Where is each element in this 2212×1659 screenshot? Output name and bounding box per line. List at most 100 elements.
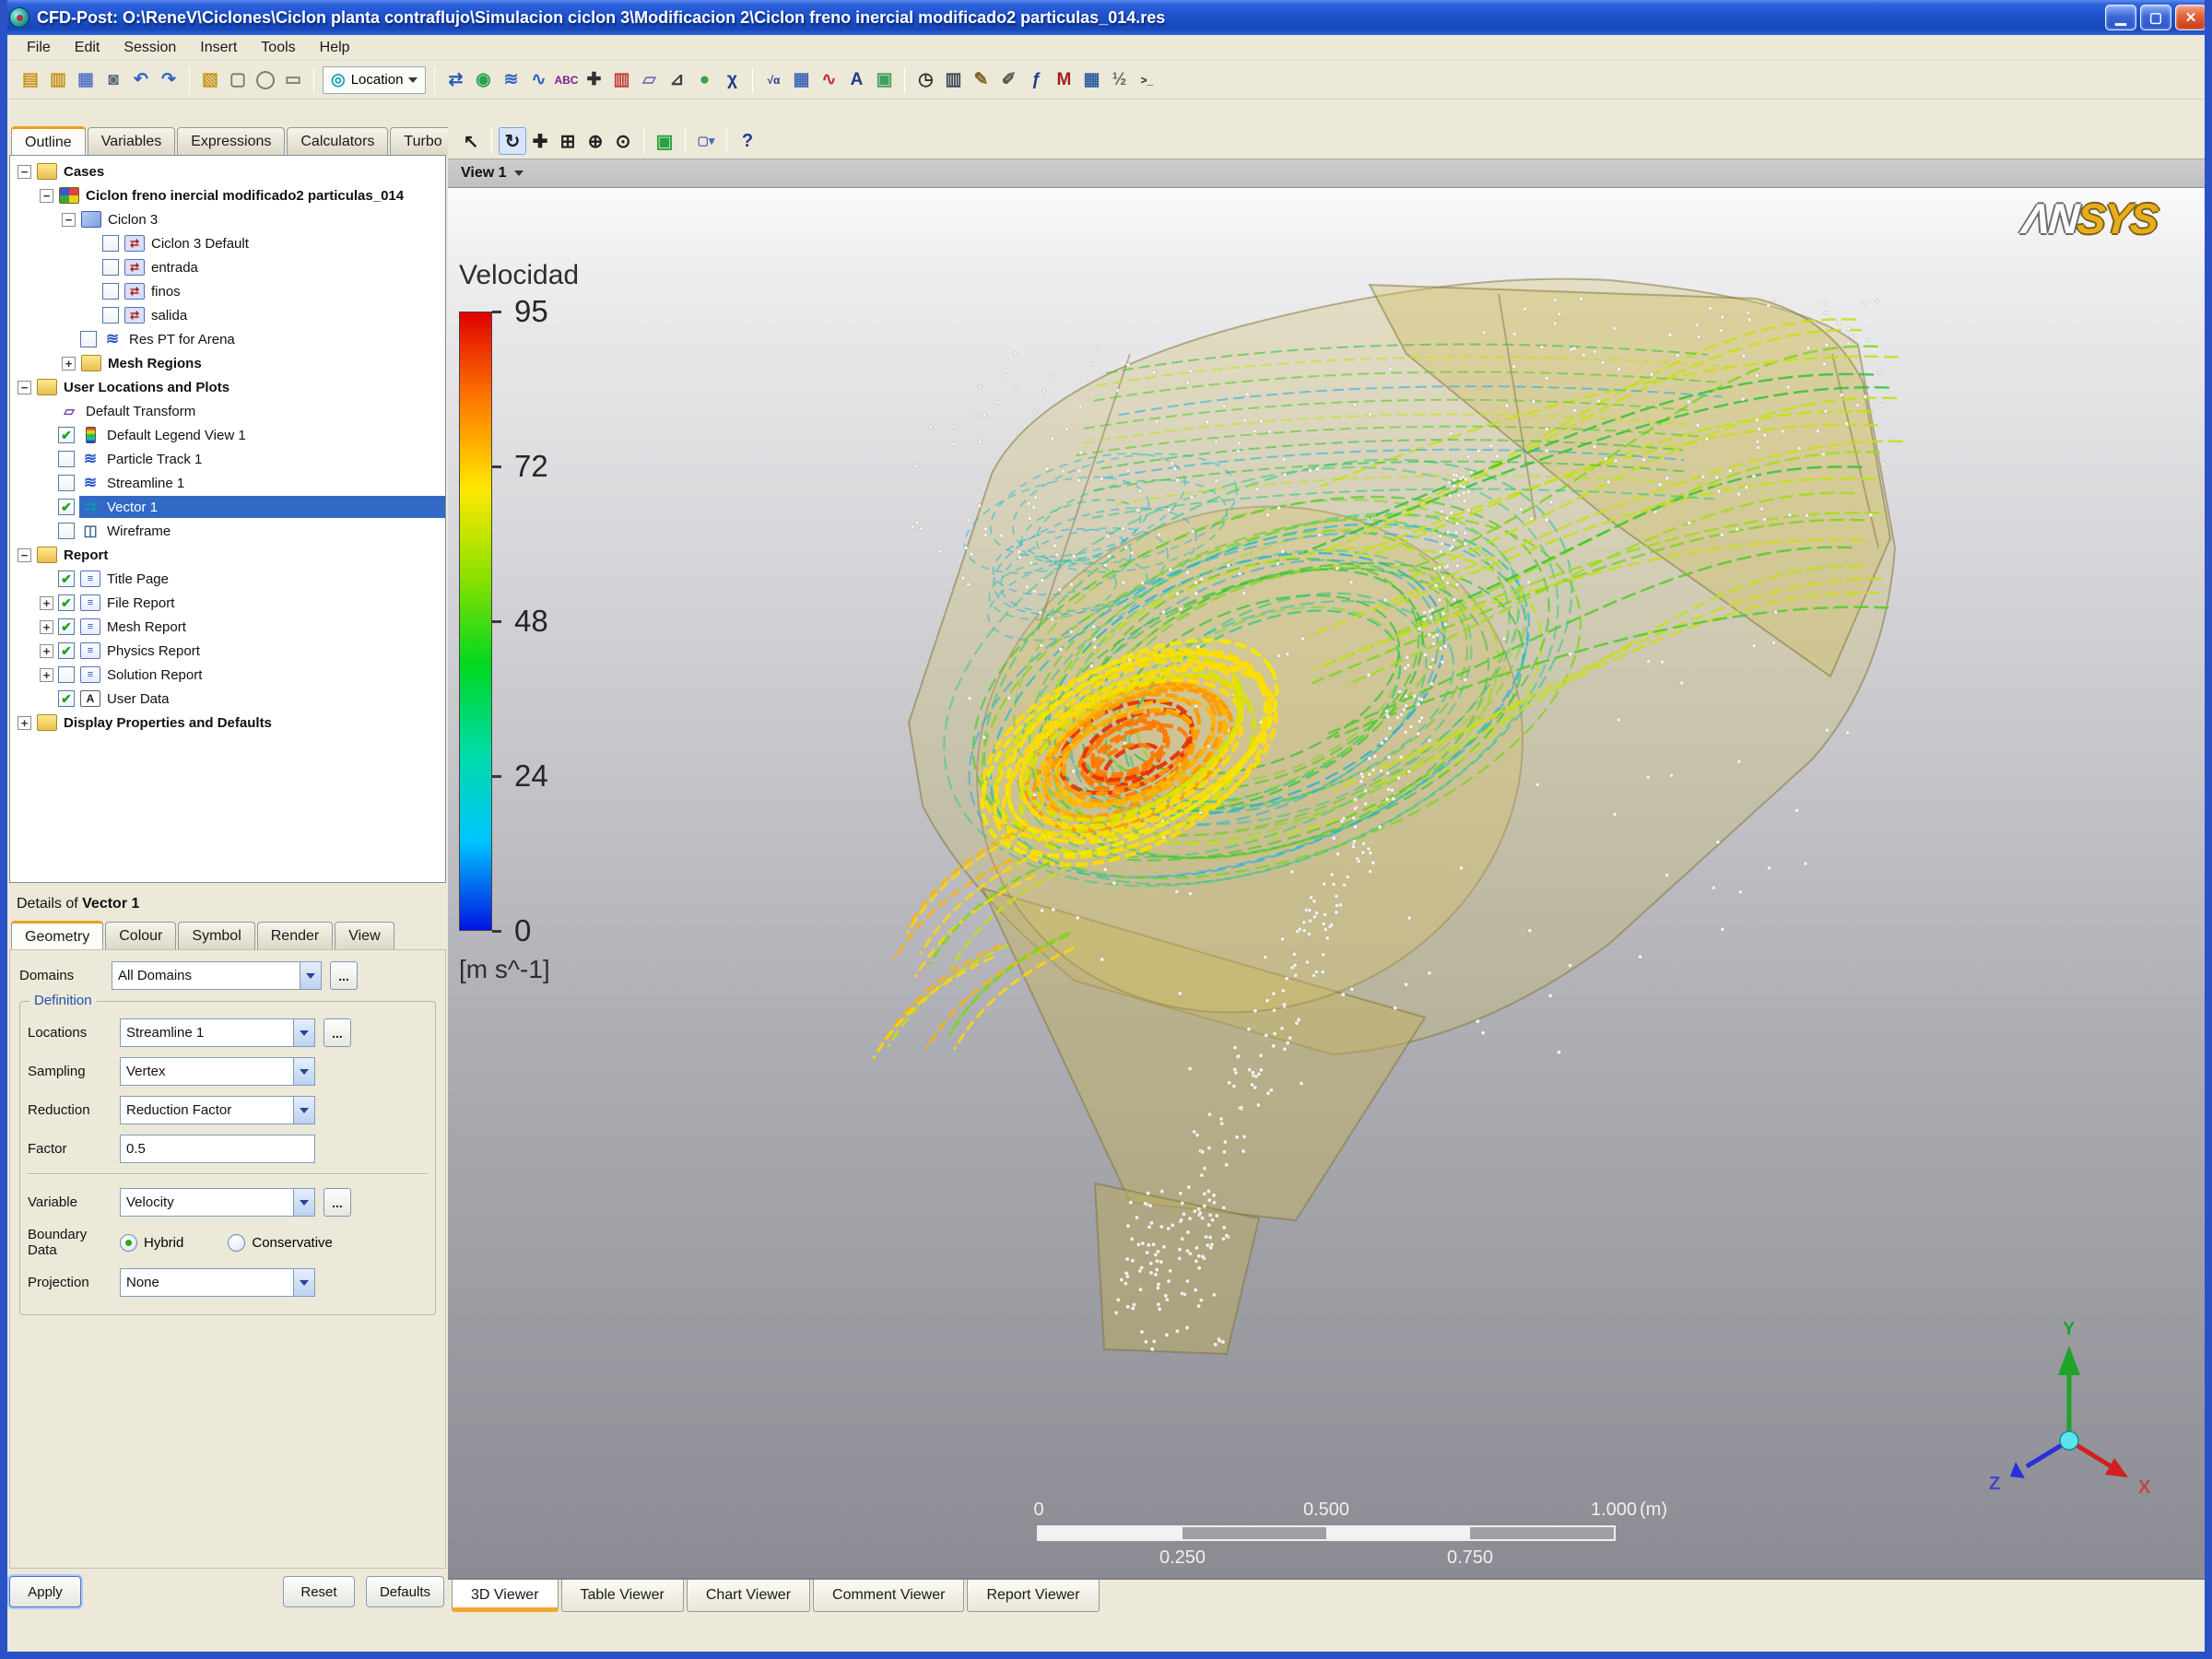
- visibility-checkbox[interactable]: [102, 283, 119, 300]
- tab-chart-viewer[interactable]: Chart Viewer: [687, 1580, 810, 1612]
- tree-item-ciclon-3-default[interactable]: ⇄Ciclon 3 Default: [10, 231, 445, 255]
- session-record-icon[interactable]: ◯: [252, 66, 279, 94]
- fit-view-tool[interactable]: ▣: [651, 127, 678, 155]
- view-selector[interactable]: View 1: [448, 159, 2205, 188]
- tree-item-finos[interactable]: ⇄finos: [10, 279, 445, 303]
- tree-item-default-transform[interactable]: ▱Default Transform: [10, 399, 445, 423]
- macro-calculator-icon[interactable]: M: [1050, 66, 1077, 94]
- command-editor-icon[interactable]: >_: [1133, 66, 1160, 94]
- visibility-checkbox[interactable]: ✔: [58, 427, 75, 443]
- animation-icon[interactable]: ▥: [939, 66, 967, 94]
- tree-item-user-locations-and-plots[interactable]: −User Locations and Plots: [10, 375, 445, 399]
- session-page-icon[interactable]: ▢: [224, 66, 252, 94]
- viewport-3d[interactable]: ΛNSYS Velocidad 957248240 [m s^-1] 00.50…: [448, 188, 2205, 1578]
- zoom-in-tool[interactable]: ⊕: [582, 127, 609, 155]
- chart-icon[interactable]: ∿: [815, 66, 842, 94]
- visibility-checkbox[interactable]: [58, 451, 75, 467]
- expand-icon[interactable]: +: [40, 620, 53, 634]
- details-tab-symbol[interactable]: Symbol: [178, 922, 254, 949]
- visibility-checkbox[interactable]: ✔: [58, 690, 75, 707]
- instance-transform-icon[interactable]: ▱: [635, 66, 663, 94]
- streamline-tool-icon[interactable]: ≋: [497, 66, 524, 94]
- menu-session[interactable]: Session: [112, 37, 188, 59]
- background-options[interactable]: ▢▾: [692, 127, 720, 155]
- domains-more-button[interactable]: ...: [330, 961, 358, 990]
- visibility-checkbox[interactable]: ✔: [58, 642, 75, 659]
- tab-outline[interactable]: Outline: [11, 126, 86, 156]
- tab-table-viewer[interactable]: Table Viewer: [561, 1580, 684, 1612]
- visibility-checkbox[interactable]: ✔: [58, 499, 75, 515]
- visibility-checkbox[interactable]: ✔: [58, 571, 75, 587]
- tree-item-streamline-1[interactable]: ≋Streamline 1: [10, 471, 445, 495]
- rotate-tool[interactable]: ↻: [499, 127, 526, 155]
- tab-calculators[interactable]: Calculators: [287, 127, 388, 155]
- hybrid-radio[interactable]: [120, 1234, 137, 1252]
- visibility-checkbox[interactable]: [102, 235, 119, 252]
- tree-item-solution-report[interactable]: +≡Solution Report: [10, 663, 445, 687]
- probe-icon[interactable]: ✐: [994, 66, 1022, 94]
- expression-icon[interactable]: √α: [759, 66, 787, 94]
- close-button[interactable]: ✕: [2175, 5, 2206, 30]
- tree-item-display-properties-and-defaults[interactable]: +Display Properties and Defaults: [10, 711, 445, 735]
- save-state-icon[interactable]: ▦: [72, 66, 100, 94]
- visibility-checkbox[interactable]: [58, 666, 75, 683]
- locations-select[interactable]: Streamline 1: [120, 1018, 315, 1047]
- tree-item-res-pt-for-arena[interactable]: ≋Res PT for Arena: [10, 327, 445, 351]
- projection-select[interactable]: None: [120, 1268, 315, 1297]
- table-icon[interactable]: ▦: [787, 66, 815, 94]
- visibility-checkbox[interactable]: [80, 331, 97, 347]
- locations-more-button[interactable]: ...: [324, 1018, 351, 1047]
- reset-button[interactable]: Reset: [283, 1576, 355, 1607]
- collapse-icon[interactable]: −: [18, 381, 31, 394]
- tree-item-entrada[interactable]: ⇄entrada: [10, 255, 445, 279]
- colormap-icon[interactable]: ●: [690, 66, 718, 94]
- session-stop-icon[interactable]: ▭: [279, 66, 307, 94]
- menu-help[interactable]: Help: [308, 37, 362, 59]
- comment-icon[interactable]: A: [842, 66, 870, 94]
- vector-tool-icon[interactable]: ⇄: [441, 66, 469, 94]
- visibility-checkbox[interactable]: [102, 307, 119, 324]
- panel-splitter[interactable]: [9, 883, 446, 890]
- snapshot-icon[interactable]: ◙: [100, 66, 127, 94]
- location-selector[interactable]: ◎Location: [323, 66, 426, 94]
- variable-icon[interactable]: χ: [718, 66, 746, 94]
- mesh-calculator-icon[interactable]: ▦: [1077, 66, 1105, 94]
- menu-insert[interactable]: Insert: [188, 37, 249, 59]
- tree-item-wireframe[interactable]: ◫Wireframe: [10, 519, 445, 543]
- factor-input[interactable]: [120, 1135, 315, 1163]
- tree-item-mesh-regions[interactable]: +Mesh Regions: [10, 351, 445, 375]
- visibility-checkbox[interactable]: [58, 523, 75, 539]
- tab-variables[interactable]: Variables: [88, 127, 176, 155]
- defaults-button[interactable]: Defaults: [366, 1576, 444, 1607]
- sampling-select[interactable]: Vertex: [120, 1057, 315, 1086]
- conservative-radio[interactable]: [228, 1234, 245, 1252]
- menu-edit[interactable]: Edit: [63, 37, 112, 59]
- menu-tools[interactable]: Tools: [249, 37, 307, 59]
- tree-item-file-report[interactable]: +✔≡File Report: [10, 591, 445, 615]
- pan-tool[interactable]: ✚: [526, 127, 554, 155]
- tree-item-report[interactable]: −Report: [10, 543, 445, 567]
- tab-turbo[interactable]: Turbo: [390, 127, 455, 155]
- tree-item-ciclon-freno-inercial-modificado2-particulas-014[interactable]: −Ciclon freno inercial modificado2 parti…: [10, 183, 445, 207]
- figure-icon[interactable]: ▣: [870, 66, 898, 94]
- tree-item-user-data[interactable]: ✔AUser Data: [10, 687, 445, 711]
- expand-icon[interactable]: +: [40, 668, 53, 682]
- menu-file[interactable]: File: [15, 37, 63, 59]
- redo-icon[interactable]: ↷: [155, 66, 182, 94]
- expand-icon[interactable]: +: [40, 596, 53, 610]
- tree-item-cases[interactable]: −Cases: [10, 159, 445, 183]
- tab-expressions[interactable]: Expressions: [177, 127, 285, 155]
- visibility-checkbox[interactable]: ✔: [58, 618, 75, 635]
- zoom-fit-tool[interactable]: ⊙: [609, 127, 637, 155]
- details-tab-view[interactable]: View: [335, 922, 394, 949]
- expand-icon[interactable]: +: [18, 716, 31, 730]
- open-state-icon[interactable]: ▥: [44, 66, 72, 94]
- expand-icon[interactable]: +: [62, 357, 76, 371]
- details-tab-colour[interactable]: Colour: [105, 922, 176, 949]
- collapse-icon[interactable]: −: [62, 213, 76, 227]
- variable-more-button[interactable]: ...: [324, 1188, 351, 1217]
- reduction-select[interactable]: Reduction Factor: [120, 1096, 315, 1124]
- tree-item-particle-track-1[interactable]: ≋Particle Track 1: [10, 447, 445, 471]
- select-tool[interactable]: ↖: [457, 127, 485, 155]
- tree-item-physics-report[interactable]: +✔≡Physics Report: [10, 639, 445, 663]
